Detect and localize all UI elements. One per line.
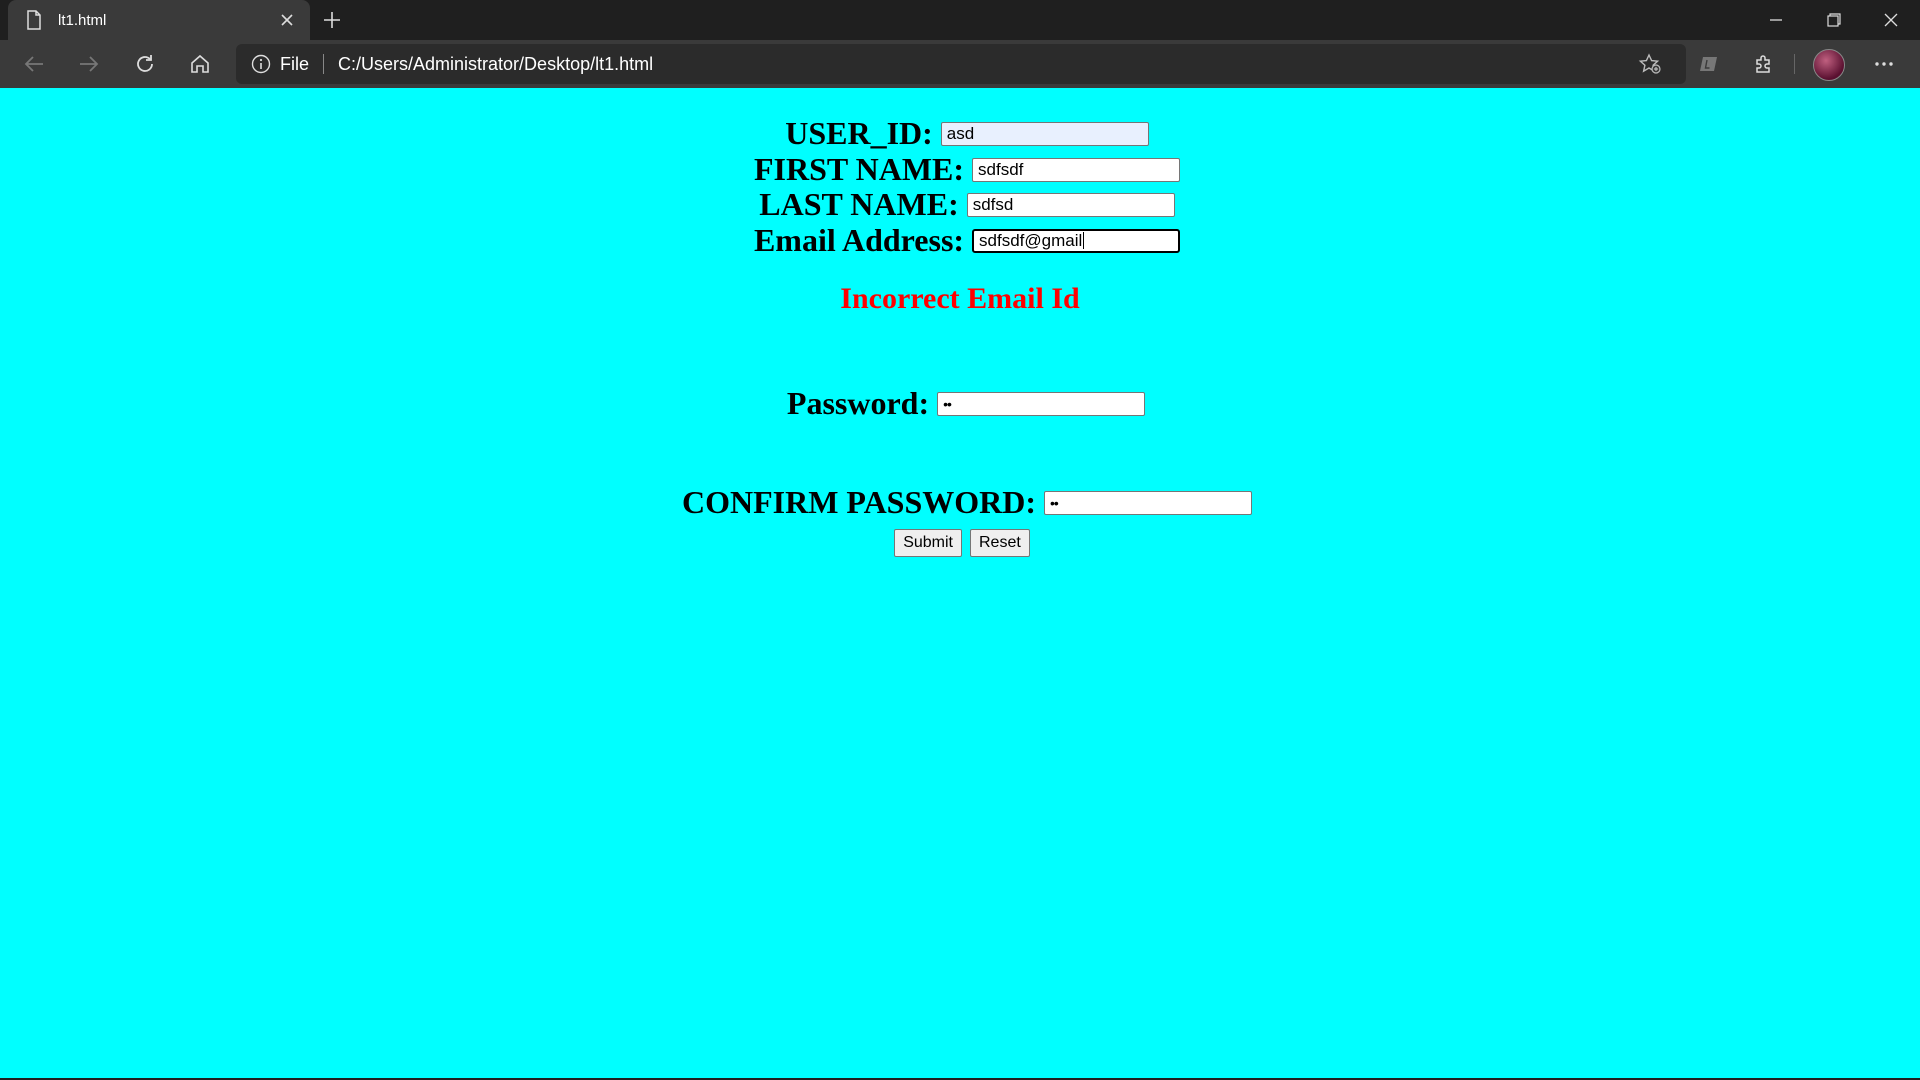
restore-icon[interactable]	[1806, 0, 1862, 40]
password-label: Password:	[786, 385, 930, 421]
file-icon	[24, 10, 44, 30]
last-name-row: LAST NAME: sdfsd	[0, 186, 1920, 223]
more-options-icon[interactable]	[1866, 48, 1902, 80]
browser-tab-strip: lt1.html	[0, 0, 1920, 40]
user-id-label: USER_ID:	[785, 115, 933, 151]
confirm-password-row: CONFIRM PASSWORD: ••	[0, 484, 1920, 521]
tab-title: lt1.html	[58, 11, 107, 29]
text-caret	[1083, 232, 1085, 249]
forward-arrow-icon[interactable]	[71, 48, 107, 80]
confirm-password-input[interactable]: ••	[1044, 490, 1253, 515]
back-arrow-icon[interactable]	[16, 48, 52, 80]
password-input[interactable]: ••	[937, 391, 1146, 416]
page-content: USER_ID: asd FIRST NAME: sdfsdf LAST NAM…	[0, 88, 1920, 1078]
extensions-puzzle-icon[interactable]	[1746, 48, 1782, 80]
extension-l-icon[interactable]	[1691, 48, 1727, 80]
new-tab-icon[interactable]	[318, 6, 346, 34]
user-id-value: asd	[946, 123, 975, 143]
confirm-password-label: CONFIRM PASSWORD:	[681, 484, 1037, 520]
email-row: Email Address: sdfsdf@gmail	[0, 222, 1920, 259]
email-input[interactable]: sdfsdf@gmail	[972, 228, 1181, 253]
close-window-icon[interactable]	[1863, 0, 1919, 40]
first-name-label: FIRST NAME:	[753, 151, 965, 187]
user-id-input[interactable]: asd	[940, 121, 1149, 146]
email-error-message: Incorrect Email Id	[840, 282, 1080, 315]
toolbar-divider	[1794, 54, 1795, 74]
first-name-row: FIRST NAME: sdfsdf	[0, 151, 1920, 188]
submit-button[interactable]: Submit	[894, 529, 962, 557]
reset-button[interactable]: Reset	[970, 529, 1030, 557]
first-name-input[interactable]: sdfsdf	[972, 157, 1181, 182]
refresh-icon[interactable]	[127, 48, 163, 80]
add-favorite-icon[interactable]	[1632, 48, 1668, 80]
confirm-password-value: ••	[1050, 494, 1059, 511]
password-row: Password: ••	[0, 385, 1920, 422]
last-name-input[interactable]: sdfsd	[966, 192, 1175, 217]
info-icon[interactable]	[250, 53, 272, 75]
browser-tab[interactable]: lt1.html	[8, 0, 310, 40]
first-name-value: sdfsdf	[978, 159, 1024, 179]
url-scheme-label: File	[280, 53, 310, 74]
url-text[interactable]: C:/Users/Administrator/Desktop/lt1.html	[338, 54, 653, 75]
last-name-value: sdfsd	[972, 194, 1014, 214]
email-label: Email Address:	[753, 222, 965, 258]
form-buttons-row: Submit Reset	[0, 529, 1920, 557]
user-id-row: USER_ID: asd	[0, 115, 1920, 152]
last-name-label: LAST NAME:	[759, 186, 959, 222]
close-tab-icon[interactable]	[272, 5, 302, 35]
profile-avatar[interactable]	[1813, 49, 1845, 81]
minimize-icon[interactable]	[1748, 0, 1804, 40]
email-value: sdfsdf@gmail	[979, 230, 1083, 250]
password-value: ••	[943, 395, 952, 412]
address-divider	[323, 54, 325, 74]
error-row: Incorrect Email Id	[0, 282, 1920, 316]
home-icon[interactable]	[182, 48, 218, 80]
browser-toolbar: File C:/Users/Administrator/Desktop/lt1.…	[0, 40, 1920, 88]
address-bar[interactable]: File C:/Users/Administrator/Desktop/lt1.…	[236, 44, 1686, 84]
